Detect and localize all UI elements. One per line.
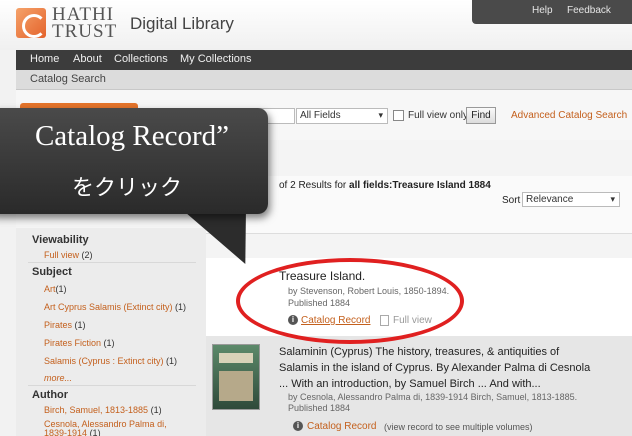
facet-label[interactable]: Full view <box>44 250 79 260</box>
record-title-line[interactable]: Salaminin (Cyprus) The history, treasure… <box>279 346 559 358</box>
facet-item[interactable]: 1839-1914 (1) <box>44 428 101 436</box>
nav-item-about[interactable]: About <box>73 53 102 65</box>
nav-item-collections[interactable]: Collections <box>114 53 168 65</box>
facet-label[interactable]: Salamis (Cyprus : Extinct city) <box>44 356 164 366</box>
results-query: all fields:Treasure Island 1884 <box>349 180 491 191</box>
facet-head-viewability: Viewability <box>32 234 89 246</box>
catalog-record-link[interactable]: Catalog Record <box>307 421 376 432</box>
full-view-label: Full view only <box>408 110 469 121</box>
facet-item[interactable]: Salamis (Cyprus : Extinct city) (1) <box>44 356 177 366</box>
facet-head-subject: Subject <box>32 266 72 278</box>
facet-count: (1) <box>166 356 178 366</box>
record-title-line[interactable]: Salamis in the island of Cyprus. By Alex… <box>279 362 590 374</box>
facet-count: (1) <box>74 320 86 330</box>
facet-item[interactable]: Pirates Fiction (1) <box>44 338 115 348</box>
facet-count: (1) <box>89 428 101 436</box>
subheader: Catalog Search <box>16 70 632 90</box>
facet-label[interactable]: Pirates Fiction <box>44 338 101 348</box>
main-nav: Home About Collections My Collections <box>16 50 632 70</box>
find-button[interactable]: Find <box>466 107 496 124</box>
feedback-link[interactable]: Feedback <box>567 5 611 16</box>
facet-item[interactable]: Full view (2) <box>44 250 93 260</box>
highlight-ellipse <box>236 258 464 344</box>
hathitrust-logo-icon[interactable] <box>16 8 46 38</box>
results-count: of 2 Results for all fields:Treasure Isl… <box>279 180 491 191</box>
sort-label: Sort <box>502 195 521 206</box>
help-link[interactable]: Help <box>532 5 553 16</box>
facet-item[interactable]: Birch, Samuel, 1813-1885 (1) <box>44 405 162 415</box>
record-title-line[interactable]: ... With an introduction, by Samuel Birc… <box>279 378 541 390</box>
facet-label[interactable]: Art Cyprus Salamis (Extinct city) <box>44 302 173 312</box>
nav-item-my-collections[interactable]: My Collections <box>180 53 252 65</box>
facet-item[interactable]: Pirates (1) <box>44 320 86 330</box>
facet-label[interactable]: Birch, Samuel, 1813-1885 <box>44 405 148 415</box>
facet-item[interactable]: Art(1) <box>44 284 67 294</box>
sort-select[interactable]: Relevance <box>522 192 620 207</box>
record-author: by Cesnola, Alessandro Palma di, 1839-19… <box>288 392 578 402</box>
facet-more-link[interactable]: more... <box>44 373 72 383</box>
facet-count: (1) <box>150 405 162 415</box>
facet-count: (1) <box>175 302 187 312</box>
browser-page: HATHI TRUST Digital Library Help Feedbac… <box>0 0 632 436</box>
utility-bar: Help Feedback <box>472 0 632 24</box>
facet-head-author: Author <box>32 389 69 401</box>
results-count-text: of 2 Results for <box>279 180 347 191</box>
facet-label[interactable]: Art <box>44 284 56 294</box>
page-title: Catalog Search <box>30 73 106 85</box>
divider <box>28 262 196 263</box>
multi-volume-note: (view record to see multiple volumes) <box>384 422 533 432</box>
callout-text-line1: Catalog Record” <box>34 120 230 152</box>
facet-item[interactable]: Art Cyprus Salamis (Extinct city) (1) <box>44 302 186 312</box>
facet-count: (1) <box>55 284 67 294</box>
facet-count: (1) <box>103 338 115 348</box>
search-field-select[interactable]: All Fields <box>296 108 388 124</box>
callout-text-line2: をクリック <box>71 176 182 201</box>
logo-text-trust[interactable]: TRUST <box>52 22 117 41</box>
info-icon: i <box>293 421 303 431</box>
facet-label[interactable]: 1839-1914 <box>44 428 87 436</box>
full-view-checkbox[interactable] <box>393 110 404 121</box>
advanced-search-link[interactable]: Advanced Catalog Search <box>511 110 627 121</box>
divider <box>28 385 196 386</box>
facet-label[interactable]: Pirates <box>44 320 72 330</box>
record-published: Published 1884 <box>288 403 351 413</box>
logo-subtitle: Digital Library <box>130 14 234 33</box>
nav-item-home[interactable]: Home <box>30 53 59 65</box>
book-cover-thumbnail[interactable] <box>212 344 260 410</box>
facet-count: (2) <box>81 250 93 260</box>
